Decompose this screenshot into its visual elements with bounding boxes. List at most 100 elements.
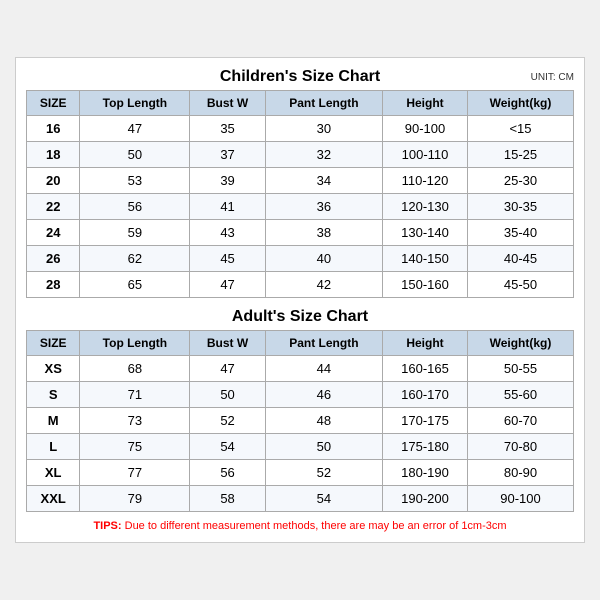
table-cell: 47 xyxy=(190,272,265,298)
table-row: XS684744160-16550-55 xyxy=(27,356,574,382)
table-cell: 160-170 xyxy=(383,382,468,408)
children-size-table: SIZE Top Length Bust W Pant Length Heigh… xyxy=(26,90,574,298)
children-title: Children's Size Chart xyxy=(220,68,380,86)
children-header-size: SIZE xyxy=(27,91,80,116)
table-cell: 100-110 xyxy=(383,142,468,168)
table-row: 24594338130-14035-40 xyxy=(27,220,574,246)
children-header-top-length: Top Length xyxy=(80,91,190,116)
table-cell: 35 xyxy=(190,116,265,142)
table-cell: 90-100 xyxy=(383,116,468,142)
table-cell: 55-60 xyxy=(467,382,573,408)
children-header-row: SIZE Top Length Bust W Pant Length Heigh… xyxy=(27,91,574,116)
table-cell: 46 xyxy=(265,382,382,408)
table-cell: 80-90 xyxy=(467,460,573,486)
adults-header-row: SIZE Top Length Bust W Pant Length Heigh… xyxy=(27,331,574,356)
adults-header-height: Height xyxy=(383,331,468,356)
table-cell: 77 xyxy=(80,460,190,486)
adults-size-table: SIZE Top Length Bust W Pant Length Heigh… xyxy=(26,330,574,512)
table-cell: 70-80 xyxy=(467,434,573,460)
table-row: M735248170-17560-70 xyxy=(27,408,574,434)
table-cell: 41 xyxy=(190,194,265,220)
table-cell: 50 xyxy=(80,142,190,168)
table-cell: 43 xyxy=(190,220,265,246)
table-cell: 53 xyxy=(80,168,190,194)
table-cell: 37 xyxy=(190,142,265,168)
table-row: L755450175-18070-80 xyxy=(27,434,574,460)
table-cell: 22 xyxy=(27,194,80,220)
table-cell: 62 xyxy=(80,246,190,272)
table-row: XXL795854190-20090-100 xyxy=(27,486,574,512)
table-cell: 30-35 xyxy=(467,194,573,220)
table-cell: 34 xyxy=(265,168,382,194)
tips-text: Due to different measurement methods, th… xyxy=(125,520,507,532)
table-cell: 35-40 xyxy=(467,220,573,246)
table-row: 26624540140-15040-45 xyxy=(27,246,574,272)
adults-header-weight: Weight(kg) xyxy=(467,331,573,356)
table-cell: 48 xyxy=(265,408,382,434)
table-cell: 45-50 xyxy=(467,272,573,298)
table-cell: 71 xyxy=(80,382,190,408)
table-cell: 25-30 xyxy=(467,168,573,194)
adults-header-pant-length: Pant Length xyxy=(265,331,382,356)
table-cell: 15-25 xyxy=(467,142,573,168)
table-cell: 47 xyxy=(190,356,265,382)
table-cell: 150-160 xyxy=(383,272,468,298)
table-cell: 130-140 xyxy=(383,220,468,246)
table-cell: 20 xyxy=(27,168,80,194)
table-cell: 16 xyxy=(27,116,80,142)
table-cell: 52 xyxy=(190,408,265,434)
table-cell: 32 xyxy=(265,142,382,168)
table-cell: 175-180 xyxy=(383,434,468,460)
table-cell: 60-70 xyxy=(467,408,573,434)
table-cell: 68 xyxy=(80,356,190,382)
table-cell: 59 xyxy=(80,220,190,246)
table-cell: 180-190 xyxy=(383,460,468,486)
table-row: XL775652180-19080-90 xyxy=(27,460,574,486)
size-chart-container: Children's Size Chart UNIT: CM SIZE Top … xyxy=(15,57,585,543)
table-cell: 26 xyxy=(27,246,80,272)
table-cell: 190-200 xyxy=(383,486,468,512)
table-cell: L xyxy=(27,434,80,460)
table-cell: S xyxy=(27,382,80,408)
table-cell: 54 xyxy=(265,486,382,512)
table-cell: 58 xyxy=(190,486,265,512)
table-cell: 79 xyxy=(80,486,190,512)
table-cell: 40 xyxy=(265,246,382,272)
children-header-pant-length: Pant Length xyxy=(265,91,382,116)
adults-header-size: SIZE xyxy=(27,331,80,356)
table-cell: M xyxy=(27,408,80,434)
tips-label: TIPS: xyxy=(93,520,121,532)
table-row: 22564136120-13030-35 xyxy=(27,194,574,220)
table-row: 1647353090-100<15 xyxy=(27,116,574,142)
table-cell: 40-45 xyxy=(467,246,573,272)
table-cell: 24 xyxy=(27,220,80,246)
table-cell: 18 xyxy=(27,142,80,168)
table-cell: 36 xyxy=(265,194,382,220)
adults-header-bust-w: Bust W xyxy=(190,331,265,356)
table-cell: 140-150 xyxy=(383,246,468,272)
table-row: 20533934110-12025-30 xyxy=(27,168,574,194)
table-cell: 30 xyxy=(265,116,382,142)
table-cell: 39 xyxy=(190,168,265,194)
table-cell: XS xyxy=(27,356,80,382)
table-row: 18503732100-11015-25 xyxy=(27,142,574,168)
table-cell: 50 xyxy=(190,382,265,408)
table-cell: 47 xyxy=(80,116,190,142)
table-cell: 52 xyxy=(265,460,382,486)
table-cell: 54 xyxy=(190,434,265,460)
children-header-weight: Weight(kg) xyxy=(467,91,573,116)
table-cell: 28 xyxy=(27,272,80,298)
table-cell: <15 xyxy=(467,116,573,142)
table-cell: 45 xyxy=(190,246,265,272)
table-row: 28654742150-16045-50 xyxy=(27,272,574,298)
adults-title-row: Adult's Size Chart xyxy=(26,308,574,326)
table-cell: 73 xyxy=(80,408,190,434)
unit-label: UNIT: CM xyxy=(531,72,574,83)
table-cell: 56 xyxy=(80,194,190,220)
table-cell: XL xyxy=(27,460,80,486)
table-cell: 50-55 xyxy=(467,356,573,382)
table-cell: 170-175 xyxy=(383,408,468,434)
table-cell: 44 xyxy=(265,356,382,382)
table-cell: 65 xyxy=(80,272,190,298)
table-cell: 42 xyxy=(265,272,382,298)
